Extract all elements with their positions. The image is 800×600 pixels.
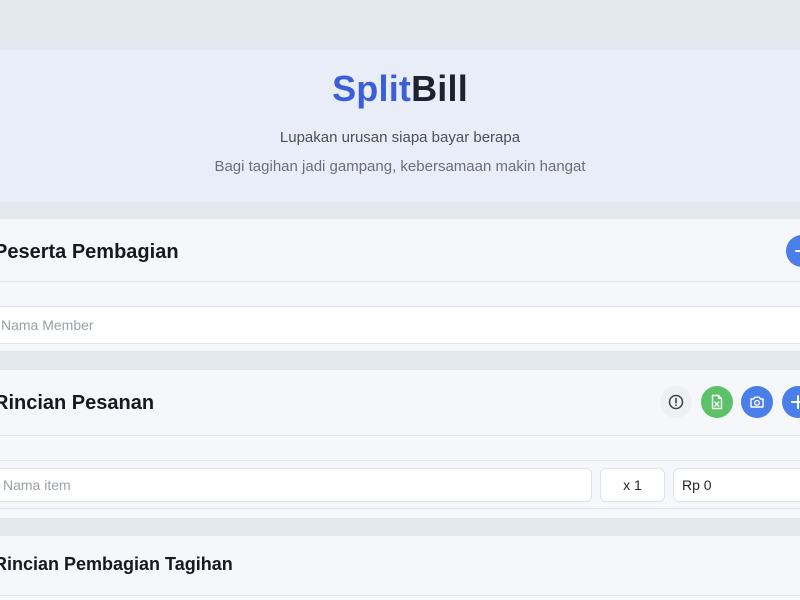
header-hero: SplitBill Lupakan urusan siapa bayar ber… [0, 50, 800, 202]
plus-icon [791, 395, 800, 409]
item-price-value: Rp 0 [682, 477, 712, 493]
bill-split-section: Rincian Pembagian Tagihan [0, 536, 800, 600]
divider [0, 281, 800, 282]
logo-part-bill: Bill [411, 68, 468, 109]
item-name-placeholder: Nama item [3, 477, 71, 493]
participants-section: Peserta Pembagian Nama Member [0, 219, 800, 351]
tagline: Lupakan urusan siapa bayar berapa [279, 129, 521, 146]
add-participant-button[interactable] [786, 235, 800, 267]
bill-split-title: Rincian Pembagian Tagihan [0, 554, 233, 574]
participants-title: Peserta Pembagian [0, 241, 179, 263]
import-spreadsheet-button[interactable] [701, 386, 733, 418]
info-icon [668, 394, 684, 410]
item-quantity-value: x 1 [623, 477, 642, 493]
member-name-input[interactable]: Nama Member [0, 306, 800, 344]
spreadsheet-icon [711, 394, 723, 410]
divider [0, 435, 800, 436]
orders-title: Rincian Pesanan [0, 392, 155, 414]
member-name-placeholder: Nama Member [1, 317, 94, 333]
subtagline: Bagi tagihan jadi gampang, kebersamaan m… [214, 158, 586, 175]
plus-icon [795, 250, 800, 252]
add-item-button[interactable] [782, 386, 800, 418]
divider [0, 508, 800, 509]
camera-icon [750, 396, 764, 408]
orders-section: Rincian Pesanan Nama item x 1 Rp 0 [0, 370, 800, 518]
app-logo: SplitBill [0, 68, 800, 110]
item-quantity-input[interactable]: x 1 [600, 468, 665, 502]
logo-part-split: Split [332, 68, 412, 109]
divider [0, 460, 800, 461]
scan-receipt-button[interactable] [741, 386, 773, 418]
info-button[interactable] [660, 386, 692, 418]
divider [0, 595, 800, 596]
item-name-input[interactable]: Nama item [0, 468, 592, 502]
item-price-input[interactable]: Rp 0 [673, 468, 800, 502]
